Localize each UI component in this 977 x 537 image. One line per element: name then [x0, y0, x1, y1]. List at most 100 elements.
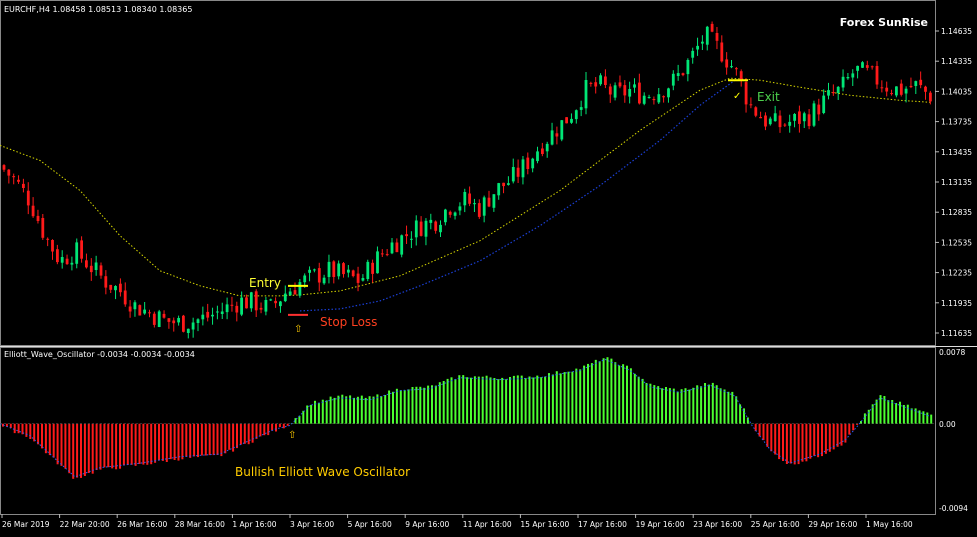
candle [119, 278, 122, 297]
candle [152, 311, 156, 328]
candle [793, 113, 796, 128]
candle [186, 328, 190, 339]
candle [332, 260, 336, 284]
candle [681, 72, 685, 77]
candle [788, 114, 792, 133]
entry-label: Entry [249, 276, 281, 290]
candle [759, 111, 762, 119]
trend-line-layer [299, 79, 736, 312]
candle [608, 83, 612, 103]
candle [26, 182, 30, 215]
candle [89, 258, 93, 281]
candle [31, 197, 35, 218]
mt4-chart-window[interactable]: 1.14635 1.14335 1.14035 1.13735 1.13435 1.131… [0, 0, 977, 533]
candle [463, 188, 467, 213]
candle [754, 106, 758, 118]
candle [725, 52, 729, 75]
candle [46, 237, 50, 247]
candle [541, 142, 544, 157]
candle [919, 71, 923, 89]
candle [424, 218, 428, 246]
candle [502, 182, 505, 194]
candle [114, 285, 117, 300]
candle [7, 169, 11, 184]
candle [380, 249, 384, 257]
candle [109, 284, 113, 293]
candle [521, 156, 525, 185]
candles-layer[interactable] [2, 21, 932, 339]
candle [652, 96, 656, 105]
candle [846, 73, 850, 80]
stop-loss-label: Stop Loss [320, 315, 377, 329]
candle [351, 269, 355, 278]
candle [405, 225, 408, 244]
candle [628, 81, 632, 104]
candle [288, 288, 292, 296]
candle [870, 65, 874, 70]
candle [574, 109, 578, 124]
indicator-header: Elliott_Wave_Oscillator -0.0034 -0.0034 … [4, 350, 195, 359]
candle [477, 199, 481, 219]
candle [104, 270, 108, 295]
candle [94, 255, 98, 276]
buy-arrow-icon: ⇧ [294, 324, 302, 335]
candle [448, 210, 452, 218]
candle [123, 282, 127, 307]
candle [167, 318, 171, 329]
candle [2, 164, 6, 172]
time-tick-label: 19 Apr 16:00 [636, 520, 685, 529]
price-tick-label: 1.14335 [941, 57, 972, 66]
candle [642, 92, 646, 106]
candle [715, 27, 719, 50]
time-tick-label: 15 Apr 16:00 [520, 520, 569, 529]
price-tick-label: 1.11935 [941, 299, 972, 308]
candle [798, 105, 801, 133]
candle [143, 302, 146, 315]
candle [361, 274, 365, 282]
candle [371, 259, 374, 283]
candle [230, 296, 234, 312]
time-tick-label: 22 Mar 20:00 [60, 520, 110, 529]
candle [206, 303, 210, 322]
candle [739, 69, 743, 87]
candle [487, 190, 491, 208]
candle [458, 202, 462, 216]
price-tick-label: 1.12535 [941, 238, 972, 247]
candle [60, 250, 64, 269]
time-tick-label: 26 Mar 2019 [2, 520, 50, 529]
candle [531, 157, 535, 173]
candle [545, 141, 549, 158]
candle [827, 82, 830, 100]
candle [177, 315, 180, 326]
candle [526, 152, 530, 175]
candle [589, 81, 593, 87]
candle [434, 220, 438, 234]
chart-canvas[interactable]: 1.14635 1.14335 1.14035 1.13735 1.13435 1.131… [0, 0, 977, 533]
exit-label: Exit [757, 90, 780, 104]
candle [507, 176, 510, 186]
candle [836, 86, 840, 100]
candle [133, 300, 137, 317]
candle [735, 67, 738, 76]
candle [279, 300, 282, 313]
candle [662, 95, 665, 103]
candle [245, 294, 248, 309]
oscillator-tick-label: 0.0078 [939, 348, 965, 357]
candle [492, 194, 496, 212]
candle [633, 78, 636, 93]
candle [560, 120, 564, 142]
candle [482, 195, 486, 223]
candle [269, 298, 273, 301]
candle [764, 112, 767, 131]
time-tick-label: 25 Apr 16:00 [751, 520, 800, 529]
candle [638, 73, 641, 105]
candle [342, 262, 345, 278]
candle [75, 238, 79, 269]
candle [419, 216, 423, 237]
time-tick-label: 17 Apr 16:00 [578, 520, 627, 529]
candle [249, 291, 253, 312]
candle [909, 77, 913, 89]
candle [890, 89, 893, 96]
candle [686, 58, 690, 82]
candle [657, 88, 661, 104]
